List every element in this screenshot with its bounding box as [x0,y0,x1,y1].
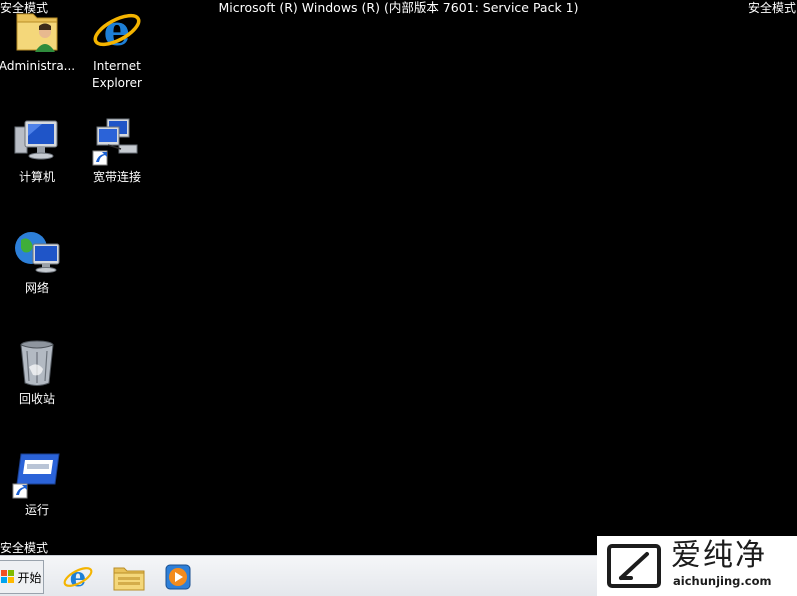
desktop-icon-computer[interactable]: 计算机 [0,115,76,186]
watermark-url: aichunjing.com [673,574,772,588]
watermark-logo-icon [607,544,661,588]
start-label: 开始 [17,570,42,585]
windows-logo-icon [1,570,15,583]
taskbar-internet-explorer[interactable]: e [58,560,98,594]
safe-mode-label-top-right: 安全模式 [747,1,796,15]
network-globe-icon [15,232,60,273]
desktop-icon-label: 运行 [24,503,49,517]
watermark: 爱纯净 aichunjing.com [597,536,797,596]
safe-mode-label-bottom-left: 安全模式 [0,541,49,555]
desktop[interactable]: 安全模式 Microsoft (R) Windows (R) (内部版本 760… [0,0,797,596]
desktop-icon-network[interactable]: 网络 [0,226,76,297]
svg-text:e: e [104,6,131,55]
internet-explorer-icon: e [63,563,93,593]
watermark-name: 爱纯净 [671,538,767,573]
desktop-icon-label: 宽带连接 [92,170,141,184]
recycle-bin-icon [20,340,54,386]
computer-icon [14,120,58,160]
taskbar-file-explorer[interactable] [109,560,149,594]
network-connection-shortcut-icon [92,118,138,166]
desktop-icon-label: Internet Explorer [92,59,142,90]
desktop-icon-label: 回收站 [18,392,55,406]
desktop-icon-recycle-bin[interactable]: 回收站 [0,337,76,408]
media-player-icon [165,564,191,590]
desktop-icon-label: 计算机 [18,170,55,184]
start-button[interactable]: 开始 [0,560,44,594]
desktop-icon-label: Administra... [0,59,76,73]
desktop-icon-administrator[interactable]: Administra... [0,4,76,75]
run-shortcut-icon [12,453,60,499]
desktop-icon-broadband[interactable]: 宽带连接 [78,115,156,186]
file-explorer-icon [113,567,145,591]
desktop-icon-label: 网络 [24,281,49,295]
user-folder-icon [16,13,58,52]
desktop-icon-run[interactable]: 运行 [0,448,76,519]
taskbar-media-player[interactable] [158,560,198,594]
internet-explorer-icon: e [93,6,141,55]
desktop-icon-internet-explorer[interactable]: e Internet Explorer [78,4,156,92]
